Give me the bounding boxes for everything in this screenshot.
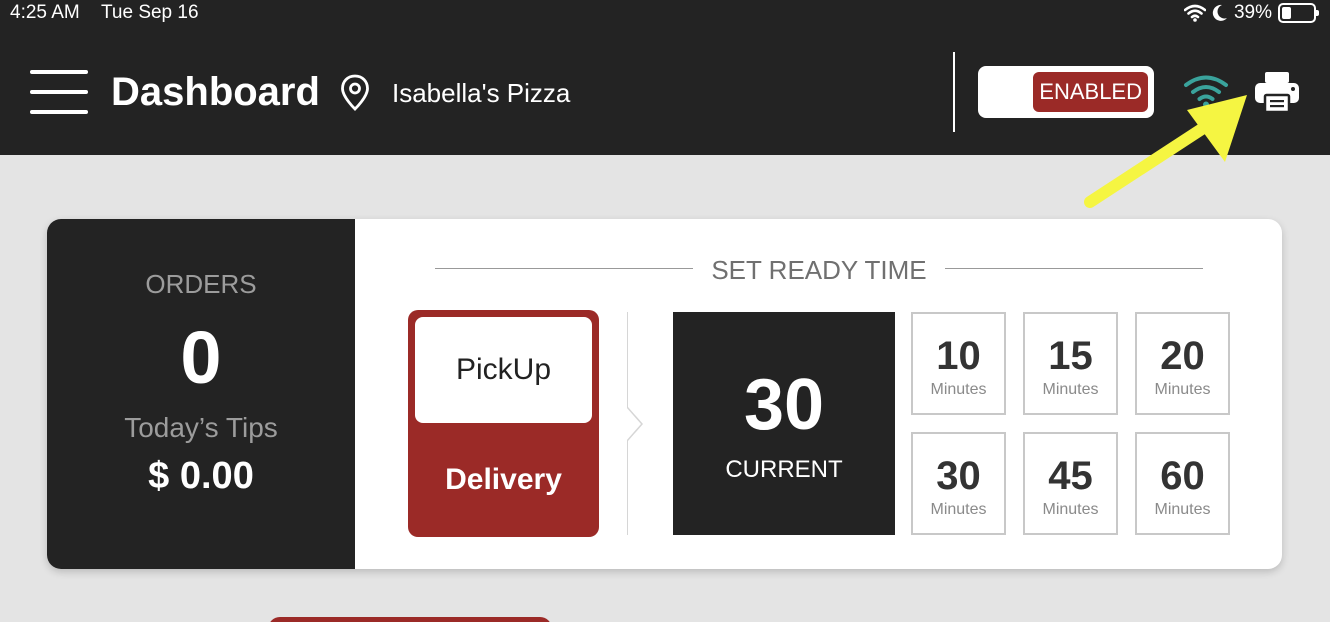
location-pin-icon (341, 74, 369, 111)
time-option-unit: Minutes (1042, 501, 1099, 518)
battery-icon (1278, 3, 1319, 23)
tips-label: Today’s Tips (124, 412, 278, 443)
pickup-button[interactable]: PickUp (415, 317, 592, 423)
time-option-unit: Minutes (1154, 381, 1211, 398)
status-wifi-icon (1183, 4, 1206, 22)
menu-icon[interactable] (30, 70, 88, 116)
time-option-value: 20 (1160, 334, 1205, 378)
time-option-value: 30 (936, 454, 981, 498)
annotation-arrow (1084, 95, 1247, 208)
time-option-60[interactable]: 60 Minutes (1135, 432, 1230, 535)
heading-text: SET READY TIME (711, 255, 927, 285)
time-option-value: 15 (1048, 334, 1093, 378)
status-indicators: 39% (1183, 2, 1319, 24)
page-title: Dashboard (111, 70, 320, 114)
orders-label: ORDERS (145, 269, 257, 299)
current-label: CURRENT (725, 456, 843, 483)
time-option-unit: Minutes (930, 381, 987, 398)
delivery-button[interactable]: Delivery (415, 430, 592, 530)
time-option-unit: Minutes (1154, 501, 1211, 518)
orders-card: ORDERS 0 Today’s Tips $ 0.00 SET READY T… (47, 219, 1282, 569)
header-divider (953, 52, 955, 132)
time-option-20[interactable]: 20 Minutes (1135, 312, 1230, 415)
time-option-45[interactable]: 45 Minutes (1023, 432, 1118, 535)
time-option-30[interactable]: 30 Minutes (911, 432, 1006, 535)
stats-panel: ORDERS 0 Today’s Tips $ 0.00 (47, 219, 355, 569)
heading-rule-right (945, 268, 1203, 269)
status-time: 4:25 AM (10, 2, 80, 23)
moon-icon (1212, 4, 1227, 21)
orders-count: 0 (180, 316, 222, 399)
tips-value: $ 0.00 (148, 455, 254, 497)
set-ready-time-heading: SET READY TIME (435, 255, 1203, 285)
time-option-value: 45 (1048, 454, 1093, 498)
time-option-unit: Minutes (930, 501, 987, 518)
time-option-value: 10 (936, 334, 981, 378)
bottom-action-button[interactable] (268, 617, 552, 622)
time-option-10[interactable]: 10 Minutes (911, 312, 1006, 415)
time-option-value: 60 (1160, 454, 1205, 498)
time-option-unit: Minutes (1042, 381, 1099, 398)
chevron-right-icon (627, 407, 643, 441)
order-mode-selector: PickUp Delivery (408, 310, 599, 537)
status-date: Tue Sep 16 (101, 2, 199, 23)
battery-percent: 39% (1233, 2, 1272, 23)
current-ready-time: 30 CURRENT (673, 312, 895, 535)
location-name: Isabella's Pizza (392, 78, 571, 108)
current-value: 30 (743, 365, 825, 445)
time-option-15[interactable]: 15 Minutes (1023, 312, 1118, 415)
